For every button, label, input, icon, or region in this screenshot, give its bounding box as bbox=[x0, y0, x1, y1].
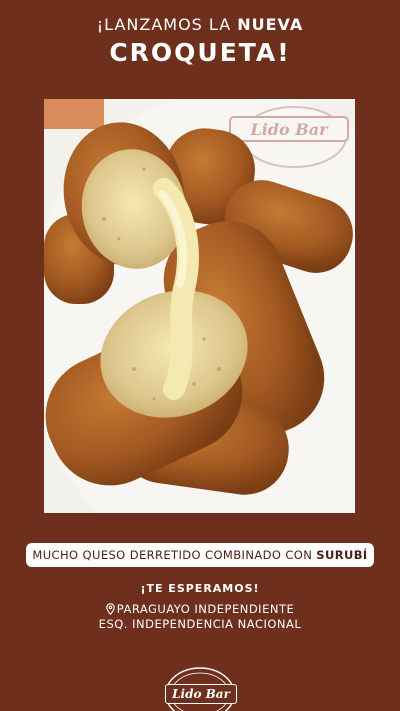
headline-bold: NUEVA bbox=[237, 15, 304, 34]
headline-title: CROQUETA! bbox=[109, 38, 291, 67]
location-pin-icon bbox=[105, 603, 115, 615]
address-street: PARAGUAYO INDEPENDIENTE bbox=[116, 602, 295, 616]
headline: ¡LANZAMOS LA NUEVA CROQUETA! bbox=[0, 14, 400, 68]
lido-bar-logo: Lido Bar bbox=[162, 662, 238, 711]
description-text: MUCHO QUESO DERRETIDO COMBINADO CON bbox=[32, 548, 317, 562]
invite-text: ¡TE ESPERAMOS! bbox=[140, 582, 260, 595]
plate-logo-text: Lido Bar bbox=[249, 120, 329, 139]
address: PARAGUAYO INDEPENDIENTE ESQ. INDEPENDENC… bbox=[0, 602, 400, 632]
description-pill: MUCHO QUESO DERRETIDO COMBINADO CON SURU… bbox=[26, 543, 374, 567]
description-bold: SURUBÍ bbox=[316, 548, 368, 562]
address-line-1: PARAGUAYO INDEPENDIENTE bbox=[0, 602, 400, 617]
headline-prefix: ¡LANZAMOS LA bbox=[96, 15, 238, 34]
croqueta-photo: Lido Bar bbox=[44, 99, 355, 513]
logo-text: Lido Bar bbox=[165, 684, 237, 704]
headline-line-1: ¡LANZAMOS LA NUEVA bbox=[0, 14, 400, 36]
address-line-2: ESQ. INDEPENDENCIA NACIONAL bbox=[98, 617, 302, 631]
